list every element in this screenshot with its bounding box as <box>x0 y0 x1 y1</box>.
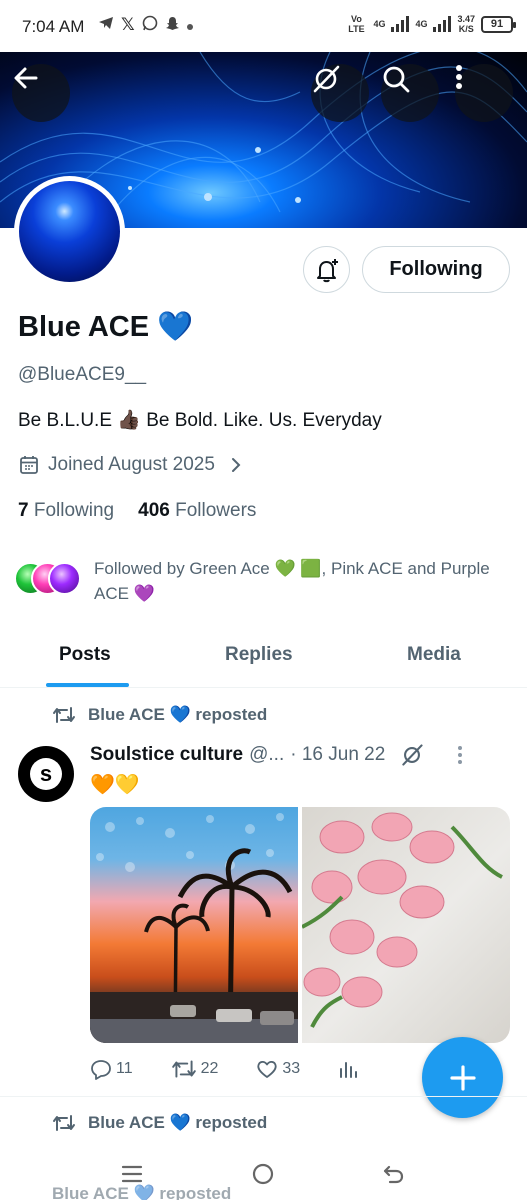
grok-icon <box>313 65 340 93</box>
compose-button[interactable] <box>422 1037 503 1118</box>
grok-icon[interactable] <box>399 742 425 768</box>
post-header: Soulstice culture @... · 16 Jun 22 <box>90 742 463 768</box>
calendar-icon <box>20 456 38 474</box>
status-app-icons: 𝕏 <box>98 15 193 35</box>
more-button[interactable] <box>455 64 513 122</box>
tab-media[interactable]: Media <box>407 644 461 666</box>
joined-date: Joined August 2025 <box>48 454 215 475</box>
recent-apps-button[interactable] <box>116 1158 148 1190</box>
dot-icon <box>186 17 193 34</box>
signal-bars-1-icon <box>391 16 410 32</box>
followed-by[interactable]: Followed by Green Ace 💚 🟩, Pink ACE and … <box>14 556 514 606</box>
menu-icon <box>121 1165 143 1183</box>
repost-indicator: Blue ACE 💙 reposted <box>52 1113 267 1133</box>
followers-count-link[interactable]: 406 Followers <box>138 500 256 522</box>
x-icon: 𝕏 <box>121 15 135 34</box>
followed-by-text: Followed by Green Ace 💚 🟩, Pink ACE and … <box>94 559 490 603</box>
following-button[interactable]: Following <box>362 246 510 293</box>
profile-avatar[interactable] <box>14 176 125 287</box>
battery-indicator: 91 <box>481 15 516 33</box>
views-button[interactable] <box>338 1059 358 1079</box>
reply-icon <box>91 1060 111 1080</box>
heart-icon <box>257 1061 278 1078</box>
notifications-button[interactable] <box>303 246 350 293</box>
repost-indicator: Blue ACE 💙 reposted <box>52 705 267 725</box>
home-circle-icon <box>252 1163 274 1185</box>
tab-posts[interactable]: Posts <box>59 644 111 666</box>
bell-plus-icon <box>316 258 338 282</box>
status-time: 7:04 AM <box>22 17 85 36</box>
network-speed: 3.47 K/S <box>457 14 475 34</box>
status-bar: 7:04 AM 𝕏 Vo LTE 4G 4G 3.47 K/S 91 <box>0 0 527 52</box>
palm-sunset-artwork <box>90 813 298 1043</box>
repost-icon <box>53 1115 75 1131</box>
tulips-artwork <box>302 812 503 1028</box>
post-author-name[interactable]: Soulstice culture <box>90 744 243 766</box>
post-media[interactable] <box>90 807 510 1043</box>
reply-button[interactable]: 11 <box>90 1058 133 1080</box>
follow-counts: 7 Following 406 Followers <box>18 500 256 522</box>
analytics-icon <box>340 1062 358 1078</box>
post-actions: 11 22 33 <box>90 1058 396 1080</box>
search-button[interactable] <box>381 64 439 122</box>
whatsapp-icon <box>142 15 158 35</box>
mutual-avatars <box>14 556 84 596</box>
joined-date-row[interactable]: Joined August 2025 <box>18 454 245 476</box>
avatar-image <box>19 181 120 282</box>
status-indicators: Vo LTE 4G 4G 3.47 K/S 91 <box>345 14 516 34</box>
profile-tabs: Posts Replies Media <box>0 628 527 688</box>
grok-button[interactable] <box>311 64 369 122</box>
post-divider <box>0 1096 527 1097</box>
chevron-right-icon <box>231 458 241 472</box>
post-text: 🧡💛 <box>90 774 140 796</box>
network-4g-1: 4G <box>373 19 386 29</box>
snapchat-icon <box>165 16 180 35</box>
back-button[interactable] <box>12 64 70 122</box>
like-button[interactable]: 33 <box>256 1058 300 1080</box>
back-arrow-icon <box>383 1165 404 1184</box>
avatar <box>48 562 81 595</box>
tab-replies[interactable]: Replies <box>225 644 293 666</box>
post-author-avatar[interactable]: s <box>18 746 74 802</box>
network-4g-2: 4G <box>415 19 428 29</box>
following-count-link[interactable]: 7 Following <box>18 500 114 522</box>
more-vertical-icon <box>456 65 462 89</box>
profile-bio: Be B.L.U.E 👍🏿 Be Bold. Like. Us. Everyda… <box>18 410 382 431</box>
plus-icon <box>449 1064 476 1091</box>
volte-indicator: Vo LTE <box>348 14 365 34</box>
arrow-left-icon <box>14 67 38 89</box>
media-image-palm-sunset[interactable] <box>90 807 298 1043</box>
repost-button[interactable]: 22 <box>171 1058 218 1080</box>
system-nav-bar: Blue ACE 💙 reposted <box>0 1148 527 1200</box>
display-name: Blue ACE 💙 <box>18 311 194 343</box>
post-more-icon[interactable] <box>457 745 463 765</box>
repost-icon <box>53 707 75 723</box>
repost-icon <box>171 1060 196 1078</box>
signal-bars-2-icon <box>433 16 452 32</box>
media-image-tulips[interactable] <box>302 807 510 1043</box>
active-tab-indicator <box>46 683 129 687</box>
search-icon <box>383 66 410 93</box>
home-button[interactable] <box>247 1158 279 1190</box>
telegram-icon <box>98 16 114 34</box>
user-handle: @BlueACE9__ <box>18 364 147 385</box>
post-author-handle: @... <box>249 744 285 765</box>
post-date: · 16 Jun 22 <box>290 744 386 765</box>
back-nav-button[interactable] <box>378 1158 410 1190</box>
